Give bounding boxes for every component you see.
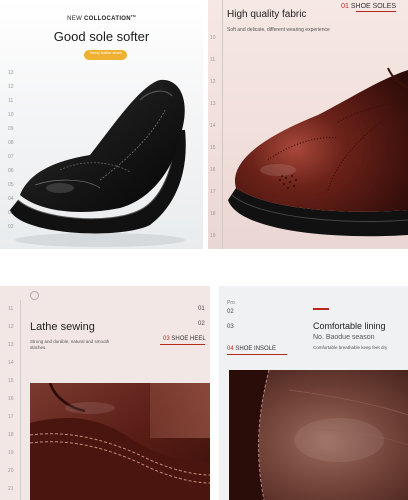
scale-mark: 21 (8, 486, 14, 492)
tm-mark: TM (130, 14, 136, 18)
sole-title: Good sole softer (53, 29, 150, 44)
lathe-stitch-closeup-image (30, 383, 210, 500)
tag-number: 03 (163, 336, 170, 342)
insole-subtitle: No. Baodue season (313, 334, 375, 341)
lathe-panel: Lathe sewing Strong and durable, natural… (0, 286, 210, 500)
tag-text: SHOE INSOLE (235, 346, 277, 352)
accent-dash (313, 308, 329, 310)
pro-label: Pro (227, 300, 235, 306)
lathe-title: Lathe sewing (30, 321, 95, 333)
scale-mark: 12 (8, 324, 14, 330)
new-label: NEW (67, 16, 83, 22)
scale-mark: 15 (8, 378, 14, 384)
lathe-description: Strong and durable, natural and smooth s… (30, 339, 110, 350)
circle-icon (30, 291, 39, 300)
scale-mark: 13 (8, 342, 14, 348)
brown-brogue-image (228, 67, 408, 237)
sole-pill-badge: Trendy leather shoes (84, 50, 127, 60)
scale-mark: 18 (8, 432, 14, 438)
scale-mark: 16 (8, 396, 14, 402)
collocation-heading: NEW COLLOCATIONTM (0, 14, 203, 22)
number-label: 03 (227, 324, 234, 330)
scale-mark: 19 (8, 450, 14, 456)
tag-underline (356, 11, 396, 12)
fabric-panel: High quality fabric 01 SHOE SOLES Soft a… (208, 0, 408, 249)
sole-panel: NEW COLLOCATIONTM Good sole softer Trend… (0, 0, 203, 249)
fabric-subtitle: Soft and delicate, different wearing exp… (227, 27, 330, 33)
scale-mark: 14 (8, 360, 14, 366)
insole-panel: Pro 02 03 Comfortable lining No. Baodue … (219, 286, 408, 500)
tag-underline (160, 344, 205, 345)
number-label: 02 (227, 309, 234, 315)
insole-description: Comfortable breathable keep feet dry (313, 345, 388, 350)
divider-line (20, 300, 21, 500)
fabric-title: High quality fabric (227, 9, 307, 20)
black-shoe-image (10, 79, 186, 247)
scale-mark: 11 (8, 306, 14, 312)
fabric-tag: 01 SHOE SOLES (341, 3, 396, 10)
tag-number: 04 (227, 346, 234, 352)
tag-text: SHOE HEEL (171, 336, 206, 342)
number-label: 01 (198, 306, 205, 312)
tag-text: SHOE SOLES (350, 3, 396, 10)
insole-title: Comfortable lining (313, 321, 386, 331)
scale-mark: 10 (210, 35, 216, 41)
tag-underline (227, 354, 287, 355)
insole-tag: 04 SHOE INSOLE (227, 346, 276, 352)
scale-mark: 17 (8, 414, 14, 420)
tag-number: 01 (341, 3, 349, 10)
lathe-tag: 03 SHOE HEEL (163, 336, 206, 342)
collocation-label: COLLOCATION (84, 16, 131, 22)
number-label: 02 (198, 321, 205, 327)
scale-mark: 20 (8, 468, 14, 474)
insole-lining-closeup-image (229, 370, 408, 500)
